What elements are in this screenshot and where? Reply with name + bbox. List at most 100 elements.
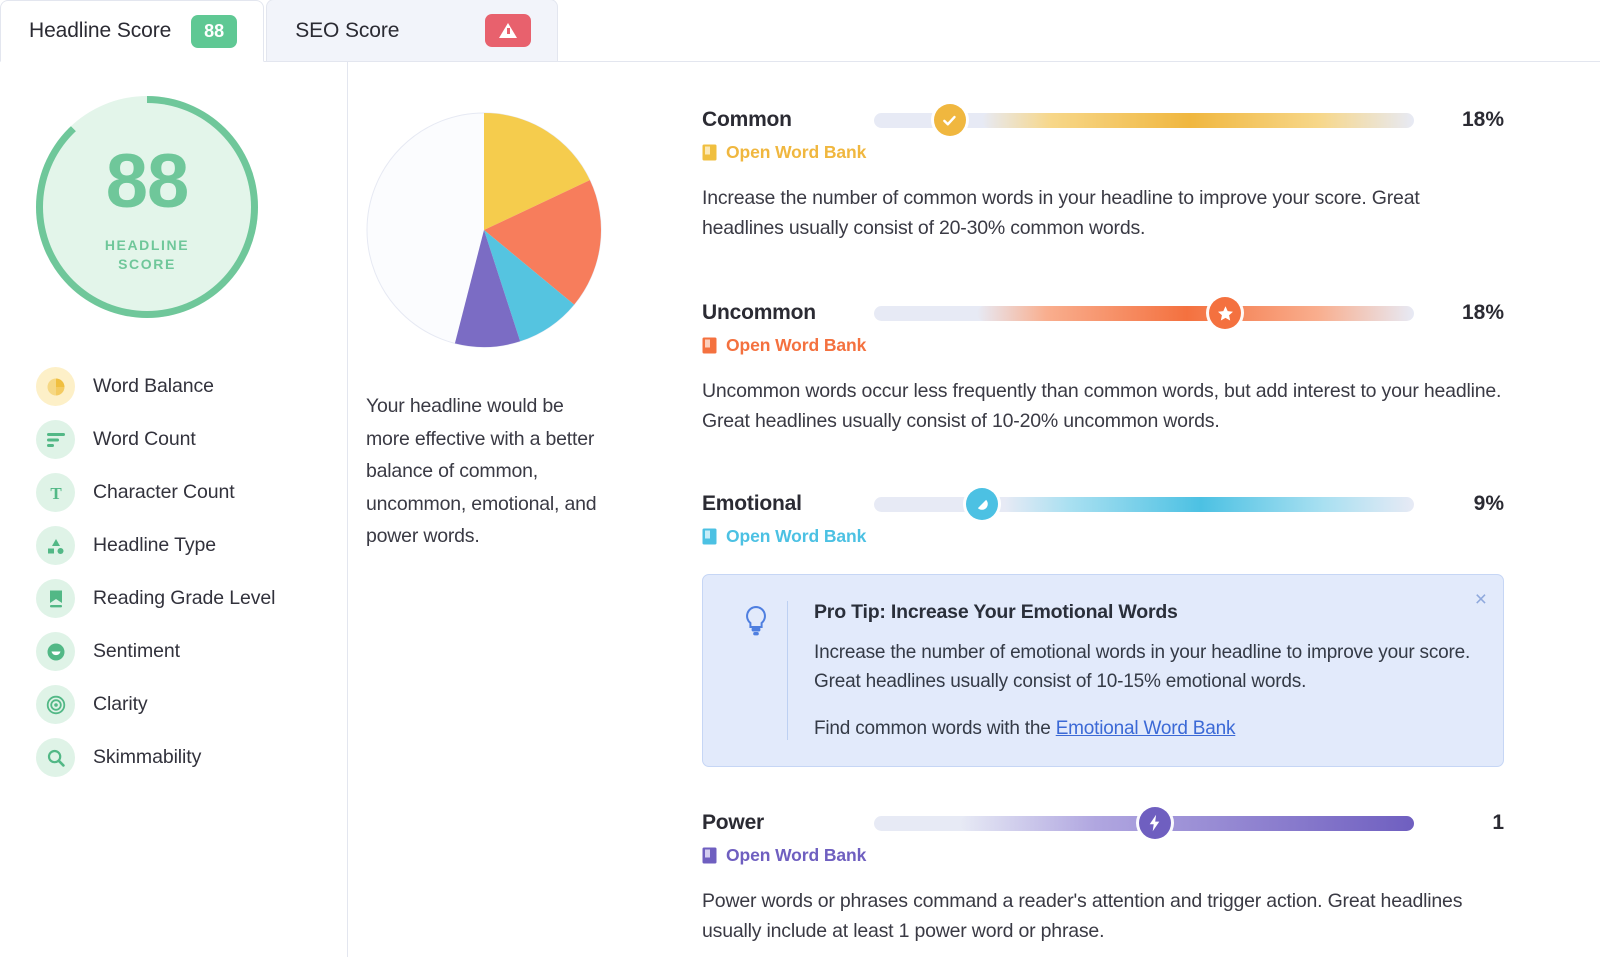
- pro-tip-title: Pro Tip: Increase Your Emotional Words: [814, 601, 1178, 623]
- metric-uncommon-label: Uncommon: [702, 301, 816, 324]
- target-icon: [36, 685, 75, 724]
- tab-seo-score[interactable]: SEO Score: [266, 0, 559, 61]
- book-icon: [702, 847, 717, 864]
- metric-common-header: Common 18%: [702, 104, 1504, 136]
- sidebar-item-sentiment[interactable]: Sentiment: [36, 625, 347, 678]
- pro-tip-close-button[interactable]: ×: [1475, 589, 1487, 610]
- metric-emotional-header: Emotional 9%: [702, 488, 1504, 520]
- metric-power-header: Power 1: [702, 807, 1504, 839]
- lightbulb-icon: [746, 605, 766, 636]
- metric-uncommon-slider[interactable]: [874, 297, 1414, 329]
- metric-common-word-bank-link[interactable]: Open Word Bank: [702, 142, 866, 163]
- book-icon: [702, 528, 717, 545]
- metric-power-slider[interactable]: [874, 807, 1414, 839]
- sidebar-item-label: Skimmability: [93, 746, 202, 768]
- emotional-word-bank-link[interactable]: Emotional Word Bank: [1056, 718, 1236, 739]
- metric-power-word-bank-link[interactable]: Open Word Bank: [702, 845, 866, 866]
- metric-uncommon-fill: [976, 305, 1414, 321]
- metric-power-word-bank-label: Open Word Bank: [726, 845, 867, 865]
- metric-common-value: 18%: [1461, 108, 1504, 131]
- metric-emotional-slider[interactable]: [874, 488, 1414, 520]
- metric-emotional-fill: [1003, 496, 1414, 512]
- pie-chart-icon: [36, 367, 75, 406]
- letter-t-icon: T: [36, 473, 75, 512]
- metric-emotional-label: Emotional: [702, 492, 802, 515]
- sidebar-item-label: Character Count: [93, 481, 235, 503]
- metric-uncommon-description: Uncommon words occur less frequently tha…: [702, 380, 1502, 432]
- tab-headline-score[interactable]: Headline Score 88: [0, 0, 265, 62]
- sidebar-item-reading-grade-level[interactable]: Reading Grade Level: [36, 572, 347, 625]
- metric-power-label: Power: [702, 811, 765, 834]
- metric-nav-list: Word Balance Word Count T Character Count He…: [0, 360, 347, 784]
- book-icon: [702, 337, 717, 354]
- gauge-caption-line2: SCORE: [118, 256, 176, 272]
- lightbulb-icon-wrap: [725, 601, 787, 740]
- metric-power-value: 1: [1492, 811, 1504, 834]
- sidebar-item-label: Word Balance: [93, 375, 214, 397]
- tab-bar: Headline Score 88 SEO Score: [0, 0, 1600, 62]
- sidebar-item-label: Sentiment: [93, 640, 180, 662]
- metric-emotional-value: 9%: [1473, 492, 1504, 515]
- metrics-detail-panel: Common 18% Open Word Bank Increase the n…: [648, 62, 1600, 957]
- tab-seo-score-label: SEO Score: [295, 18, 400, 42]
- metric-uncommon-header: Uncommon 18%: [702, 297, 1504, 329]
- word-balance-pie-chart: [366, 112, 602, 348]
- bolt-icon: [1149, 814, 1160, 832]
- metric-row-emotional: Emotional 9% Open Word Bank Pro Tip: Inc…: [702, 488, 1504, 767]
- metric-common-slider[interactable]: [874, 104, 1414, 136]
- metric-emotional-word-bank-label: Open Word Bank: [726, 526, 867, 546]
- metric-uncommon-word-bank-link[interactable]: Open Word Bank: [702, 335, 866, 356]
- lines-icon: [36, 420, 75, 459]
- pro-tip-find-prefix: Find common words with the: [814, 718, 1056, 739]
- metric-common-word-bank-label: Open Word Bank: [726, 142, 867, 162]
- book-icon: [702, 144, 717, 161]
- metric-power-knob[interactable]: [1138, 807, 1171, 839]
- pro-tip-find-line: Find common words with the Emotional Wor…: [814, 718, 1475, 740]
- smiley-icon: [36, 632, 75, 671]
- metric-row-uncommon: Uncommon 18% Open Word Bank Uncommon wor…: [702, 297, 1504, 436]
- metric-emotional-word-bank-link[interactable]: Open Word Bank: [702, 526, 866, 547]
- sidebar-item-label: Word Count: [93, 428, 196, 450]
- metric-power-description: Power words or phrases command a reader'…: [702, 890, 1463, 942]
- metric-common-label: Common: [702, 108, 792, 131]
- sidebar-item-label: Clarity: [93, 693, 148, 715]
- gauge-value: 88: [105, 139, 190, 224]
- sidebar-item-character-count[interactable]: T Character Count: [36, 466, 347, 519]
- word-balance-blurb: Your headline would be more effective wi…: [366, 395, 597, 547]
- sidebar-item-headline-type[interactable]: Headline Type: [36, 519, 347, 572]
- warning-triangle-icon: [499, 23, 518, 38]
- check-icon: [943, 115, 956, 125]
- sidebar-item-label: Headline Type: [93, 534, 217, 556]
- gauge-caption: HEADLINE SCORE: [36, 236, 258, 274]
- headline-score-badge: 88: [191, 14, 238, 48]
- pro-tip-body: Pro Tip: Increase Your Emotional Words I…: [814, 601, 1475, 740]
- sidebar-item-word-balance[interactable]: Word Balance: [36, 360, 347, 413]
- metric-common-knob[interactable]: [933, 104, 966, 136]
- main-layout: 88 HEADLINE SCORE Word Balance Word Count…: [0, 62, 1600, 957]
- sidebar-item-skimmability[interactable]: Skimmability: [36, 731, 347, 784]
- sidebar: 88 HEADLINE SCORE Word Balance Word Count…: [0, 62, 348, 957]
- shapes-icon: [36, 526, 75, 565]
- headline-score-gauge: 88 HEADLINE SCORE: [36, 96, 258, 318]
- sidebar-item-word-count[interactable]: Word Count: [36, 413, 347, 466]
- gauge-caption-line1: HEADLINE: [104, 237, 190, 253]
- bookmark-icon: [36, 579, 75, 618]
- metric-common-fill: [982, 112, 1414, 128]
- svg-text:T: T: [50, 484, 62, 503]
- metric-common-description: Increase the number of common words in y…: [702, 187, 1420, 239]
- metric-uncommon-value: 18%: [1461, 301, 1504, 324]
- metric-emotional-knob[interactable]: [966, 488, 998, 520]
- metric-uncommon-word-bank-label: Open Word Bank: [726, 335, 867, 355]
- seo-warning-badge: [485, 14, 532, 47]
- metric-uncommon-knob[interactable]: [1209, 297, 1241, 329]
- metric-power-fill: [960, 815, 1414, 831]
- metric-row-power: Power 1 Open Word Bank Power words or ph…: [702, 807, 1504, 946]
- pie-svg: [366, 112, 602, 348]
- sidebar-item-label: Reading Grade Level: [93, 587, 276, 609]
- sidebar-item-clarity[interactable]: Clarity: [36, 678, 347, 731]
- metric-row-common: Common 18% Open Word Bank Increase the n…: [702, 104, 1504, 243]
- pro-tip-panel: Pro Tip: Increase Your Emotional Words I…: [702, 574, 1504, 767]
- word-balance-panel: Your headline would be more effective wi…: [348, 62, 648, 957]
- magnifier-icon: [36, 738, 75, 777]
- star-icon: [1217, 305, 1233, 320]
